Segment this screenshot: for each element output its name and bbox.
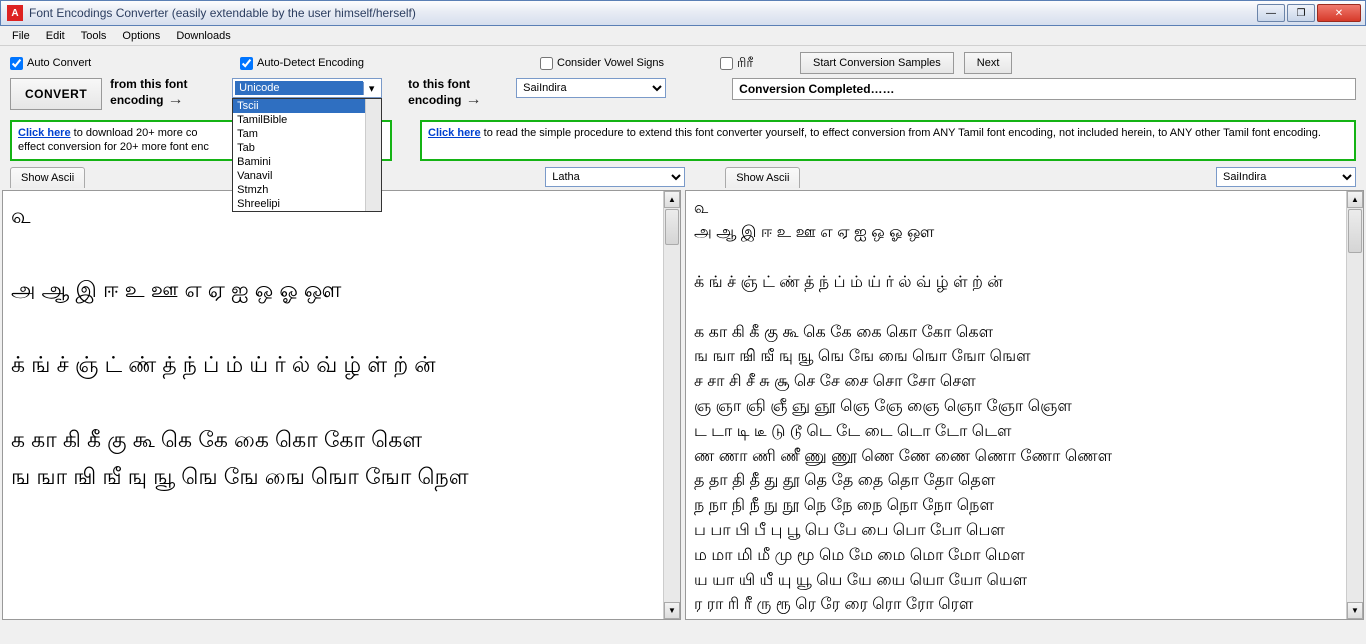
close-button[interactable]: ✕: [1317, 4, 1361, 22]
dropdown-option[interactable]: Shreelipi: [233, 197, 381, 211]
auto-convert-label: Auto Convert: [27, 57, 91, 69]
left-pane: ௳ அ ஆ இ ஈ உ ஊ எ ஏ ஐ ஒ ஓ ஔ க் ங் ச் ஞ் ட்…: [2, 190, 681, 620]
right-font-select[interactable]: SaiIndira: [1216, 167, 1356, 187]
sample-tamil-check[interactable]: ரிரீ: [720, 55, 790, 72]
window-buttons: — ❐ ✕: [1257, 4, 1361, 22]
menubar: File Edit Tools Options Downloads: [0, 26, 1366, 46]
auto-convert-check[interactable]: Auto Convert: [10, 57, 230, 70]
show-ascii-right[interactable]: Show Ascii: [725, 167, 800, 188]
scroll-up-icon[interactable]: ▲: [1347, 191, 1363, 208]
from-encoding-dropdown: Tscii TamilBible Tam Tab Bamini Vanavil …: [232, 98, 382, 212]
sample-tamil-label: ரிரீ: [737, 55, 753, 72]
info-right-link[interactable]: Click here: [428, 127, 481, 139]
status-bar: Conversion Completed……: [732, 78, 1356, 100]
show-ascii-left[interactable]: Show Ascii: [10, 167, 85, 188]
convert-button[interactable]: CONVERT: [10, 78, 102, 110]
minimize-button[interactable]: —: [1257, 4, 1285, 22]
vowel-signs-label: Consider Vowel Signs: [557, 57, 664, 69]
info-left-text2: effect conversion for 20+ more font enc: [18, 141, 209, 153]
auto-detect-label: Auto-Detect Encoding: [257, 57, 364, 69]
left-text-area[interactable]: ௳ அ ஆ இ ஈ உ ஊ எ ஏ ஐ ஒ ஓ ஔ க் ங் ச் ஞ் ட்…: [3, 191, 663, 619]
scroll-thumb[interactable]: [665, 209, 679, 245]
checkbox-row: Auto Convert Auto-Detect Encoding Consid…: [0, 46, 1366, 76]
mid-row: Show Ascii Latha Show Ascii SaiIndira: [0, 165, 1366, 190]
app-icon: A: [7, 5, 23, 21]
from-encoding-select[interactable]: Unicode ▾ Tscii TamilBible Tam Tab Bamin…: [232, 78, 382, 98]
scroll-down-icon[interactable]: ▼: [664, 602, 680, 619]
dropdown-option[interactable]: Stmzh: [233, 183, 381, 197]
right-scrollbar[interactable]: ▲ ▼: [1346, 191, 1363, 619]
menu-file[interactable]: File: [4, 28, 38, 44]
convert-row: CONVERT from this font encoding→ Unicode…: [0, 76, 1366, 118]
dropdown-option[interactable]: TamilBible: [233, 113, 381, 127]
arrow-icon: →: [164, 91, 188, 108]
next-button[interactable]: Next: [964, 52, 1013, 74]
info-right-text: to read the simple procedure to extend t…: [481, 127, 1321, 139]
window-title: Font Encodings Converter (easily extenda…: [29, 6, 1257, 20]
dropdown-option[interactable]: Tscii: [233, 99, 381, 113]
right-pane: ௳ அ ஆ இ ஈ உ ஊ எ ஏ ஐ ஒ ஓ ஔ க் ங் ச் ஞ் ட்…: [685, 190, 1364, 620]
maximize-button[interactable]: ❐: [1287, 4, 1315, 22]
menu-options[interactable]: Options: [114, 28, 168, 44]
right-text-area[interactable]: ௳ அ ஆ இ ஈ உ ஊ எ ஏ ஐ ஒ ஓ ஔ க் ங் ச் ஞ் ட்…: [686, 191, 1346, 619]
dropdown-option[interactable]: Vanavil: [233, 169, 381, 183]
dropdown-scrollbar[interactable]: [365, 99, 381, 211]
arrow-icon: →: [462, 91, 486, 108]
dropdown-option[interactable]: Tab: [233, 141, 381, 155]
info-row: Click here to download 20+ more co effec…: [0, 118, 1366, 165]
scroll-down-icon[interactable]: ▼: [1347, 602, 1363, 619]
info-right: Click here to read the simple procedure …: [420, 120, 1356, 161]
scroll-thumb[interactable]: [1348, 209, 1362, 253]
panes: ௳ அ ஆ இ ஈ உ ஊ எ ஏ ஐ ஒ ஓ ஔ க் ங் ச் ஞ் ட்…: [0, 190, 1366, 620]
chevron-down-icon: ▾: [363, 82, 379, 95]
auto-detect-check[interactable]: Auto-Detect Encoding: [240, 57, 530, 70]
titlebar: A Font Encodings Converter (easily exten…: [0, 0, 1366, 26]
menu-downloads[interactable]: Downloads: [168, 28, 238, 44]
vowel-signs-check[interactable]: Consider Vowel Signs: [540, 57, 710, 70]
from-encoding-value: Unicode: [235, 81, 363, 95]
left-scrollbar[interactable]: ▲ ▼: [663, 191, 680, 619]
scroll-up-icon[interactable]: ▲: [664, 191, 680, 208]
menu-tools[interactable]: Tools: [73, 28, 115, 44]
info-left-text1: to download 20+ more co: [71, 127, 198, 139]
left-font-select[interactable]: Latha: [545, 167, 685, 187]
info-left-link[interactable]: Click here: [18, 127, 71, 139]
start-samples-button[interactable]: Start Conversion Samples: [800, 52, 954, 74]
dropdown-option[interactable]: Bamini: [233, 155, 381, 169]
menu-edit[interactable]: Edit: [38, 28, 73, 44]
dropdown-option[interactable]: Tam: [233, 127, 381, 141]
to-label: to this font encoding: [408, 77, 470, 107]
to-encoding-select[interactable]: SaiIndira: [516, 78, 666, 98]
